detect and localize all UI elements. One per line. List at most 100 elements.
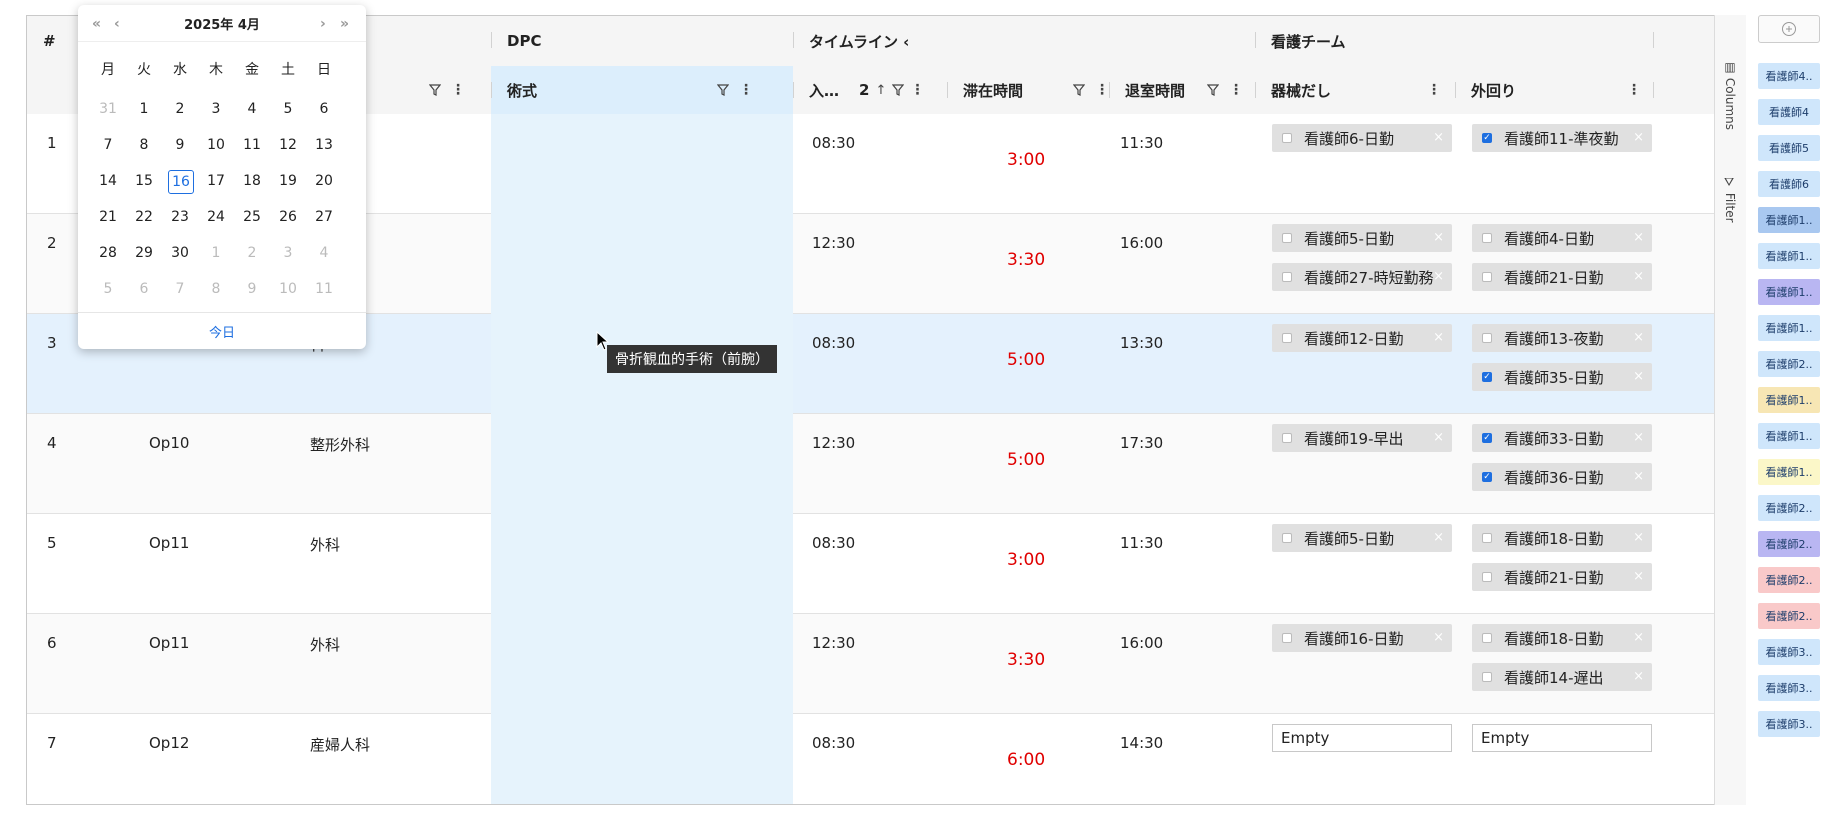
nurse-tag[interactable]: 看護師2.. [1758, 567, 1820, 593]
operating-room-cell[interactable]: Op11 [149, 534, 189, 552]
exit-time-cell[interactable]: 16:00 [1120, 634, 1163, 652]
filter-icon[interactable] [717, 84, 729, 96]
filter-icon[interactable] [1073, 84, 1085, 96]
entry-time-column-header[interactable]: 入… [793, 66, 863, 114]
calendar-day[interactable]: 2 [234, 242, 270, 264]
calendar-day[interactable]: 11 [306, 278, 342, 300]
calendar-day[interactable]: 9 [234, 278, 270, 300]
surgery-cell[interactable]: 骨折観血的手術（大腿） [510, 434, 675, 455]
remove-icon[interactable]: × [1633, 630, 1644, 645]
instrument-nurse-chip[interactable]: 看護師5-日勤 × [1272, 224, 1452, 252]
surgery-cell[interactable]: 腹腔鏡下結腸悪性腫瘍切除術 [510, 234, 705, 255]
prev-year-icon[interactable]: « [92, 16, 101, 32]
column-menu-icon[interactable]: ⋮ [1095, 83, 1109, 97]
surgery-cell[interactable]: 虫垂切除術 [510, 134, 585, 155]
sort-ascending-icon[interactable]: ↑ [875, 83, 886, 98]
instrument-nurse-chip[interactable]: 看護師6-日勤 × [1272, 124, 1452, 152]
calendar-day[interactable]: 27 [306, 206, 342, 228]
remove-icon[interactable]: × [1433, 430, 1444, 445]
remove-icon[interactable]: × [1633, 230, 1644, 245]
nurse-tag[interactable]: 看護師5 [1758, 135, 1820, 161]
column-menu-icon[interactable]: ⋮ [1627, 83, 1641, 97]
column-menu-icon[interactable]: ⋮ [1229, 83, 1243, 97]
circulating-nurse-chip[interactable]: 看護師13-夜勤 × [1472, 324, 1652, 352]
calendar-day[interactable]: 11 [234, 134, 270, 156]
column-menu-icon[interactable]: ⋮ [451, 83, 465, 97]
nurse-checkbox[interactable] [1482, 272, 1492, 282]
nurse-checkbox[interactable] [1482, 572, 1492, 582]
nurse-tag[interactable]: 看護師2.. [1758, 603, 1820, 629]
calendar-day[interactable]: 4 [234, 98, 270, 120]
calendar-day[interactable]: 10 [198, 134, 234, 156]
table-row[interactable]: 7 Op12 産婦人科 腹腔鏡下腟式子宮全摘術 08:30 6:00 14:30 Empty E… [27, 714, 1745, 804]
table-row[interactable]: 6 Op11 外科 腹腔鏡下胃切除術(悪性腫瘍手術) 12:30 3:30 16:00 看護師… [27, 614, 1745, 714]
timeline-group-header[interactable]: タイムライン ‹ [793, 16, 1093, 66]
calendar-day[interactable]: 7 [162, 278, 198, 300]
remove-icon[interactable]: × [1433, 130, 1444, 145]
remove-icon[interactable]: × [1633, 669, 1644, 684]
nurse-checkbox[interactable] [1282, 433, 1292, 443]
department-cell[interactable]: 産婦人科 [310, 734, 370, 755]
nurse-tag[interactable]: 看護師6 [1758, 171, 1820, 197]
circulating-nurse-chip[interactable]: ✓ 看護師35-日勤 × [1472, 363, 1652, 391]
instrument-nurse-chip[interactable]: 看護師27-時短勤務 × [1272, 263, 1452, 291]
nurse-checkbox[interactable] [1282, 272, 1292, 282]
entry-time-cell[interactable]: 12:30 [812, 634, 855, 652]
circulating-nurse-chip[interactable]: 看護師21-日勤 × [1472, 563, 1652, 591]
stay-time-column-header[interactable]: 滞在時間 [947, 66, 1047, 114]
nurse-tag[interactable]: 看護師3.. [1758, 675, 1820, 701]
next-year-icon[interactable]: » [340, 16, 349, 32]
circulating-nurse-chip[interactable]: 看護師4-日勤 × [1472, 224, 1652, 252]
exit-time-cell[interactable]: 17:30 [1120, 434, 1163, 452]
remove-icon[interactable]: × [1633, 269, 1644, 284]
calendar-day[interactable]: 8 [126, 134, 162, 156]
calendar-day[interactable]: 26 [270, 206, 306, 228]
calendar-day[interactable]: 7 [90, 134, 126, 156]
prev-month-icon[interactable]: ‹ [114, 16, 120, 32]
exit-time-cell[interactable]: 11:30 [1120, 534, 1163, 552]
calendar-day[interactable]: 12 [270, 134, 306, 156]
calendar-day[interactable]: 25 [234, 206, 270, 228]
remove-icon[interactable]: × [1633, 369, 1644, 384]
calendar-day-selected[interactable]: 16 [168, 170, 194, 194]
nurse-tag[interactable]: 看護師1.. [1758, 387, 1820, 413]
calendar-day[interactable]: 6 [126, 278, 162, 300]
nurse-tag[interactable]: 看護師4 [1758, 99, 1820, 125]
department-cell[interactable]: 外科 [310, 634, 340, 655]
calendar-day[interactable]: 22 [126, 206, 162, 228]
exit-time-cell[interactable]: 14:30 [1120, 734, 1163, 752]
next-month-icon[interactable]: › [320, 16, 326, 32]
nurse-checkbox[interactable] [1282, 633, 1292, 643]
nurse-tag[interactable]: 看護師1.. [1758, 315, 1820, 341]
instrument-nurse-chip[interactable]: 看護師19-早出 × [1272, 424, 1452, 452]
calendar-day[interactable]: 14 [90, 170, 126, 192]
remove-icon[interactable]: × [1433, 530, 1444, 545]
circulating-nurse-chip[interactable]: 看護師21-日勤 × [1472, 263, 1652, 291]
calendar-day[interactable]: 17 [198, 170, 234, 192]
nurse-checkbox[interactable] [1482, 672, 1492, 682]
calendar-day[interactable]: 6 [306, 98, 342, 120]
nurse-checkbox[interactable] [1282, 333, 1292, 343]
add-nurse-button[interactable] [1758, 15, 1820, 43]
exit-time-cell[interactable]: 13:30 [1120, 334, 1163, 352]
entry-time-cell[interactable]: 08:30 [812, 734, 855, 752]
instrument-nurse-chip[interactable]: 看護師12-日勤 × [1272, 324, 1452, 352]
nurse-checkbox[interactable]: ✓ [1482, 133, 1492, 143]
remove-icon[interactable]: × [1433, 230, 1444, 245]
nurse-tag[interactable]: 看護師3.. [1758, 711, 1820, 737]
circulating-nurse-chip[interactable]: 看護師18-日勤 × [1472, 524, 1652, 552]
calendar-day[interactable]: 21 [90, 206, 126, 228]
nurse-tag[interactable]: 看護師1.. [1758, 243, 1820, 269]
calendar-day[interactable]: 8 [198, 278, 234, 300]
calendar-day[interactable]: 24 [198, 206, 234, 228]
calendar-day[interactable]: 9 [162, 134, 198, 156]
nurse-tag[interactable]: 看護師3.. [1758, 639, 1820, 665]
surgery-cell[interactable]: 腹腔鏡下胃切除術(悪性腫瘍手術) [510, 634, 732, 655]
calendar-day[interactable]: 5 [270, 98, 306, 120]
calendar-day[interactable]: 3 [198, 98, 234, 120]
remove-icon[interactable]: × [1633, 330, 1644, 345]
circulating-nurse-chip[interactable]: ✓ 看護師11-準夜勤 × [1472, 124, 1652, 152]
calendar-day[interactable]: 28 [90, 242, 126, 264]
remove-icon[interactable]: × [1633, 569, 1644, 584]
circulating-nurse-chip[interactable]: 看護師18-日勤 × [1472, 624, 1652, 652]
